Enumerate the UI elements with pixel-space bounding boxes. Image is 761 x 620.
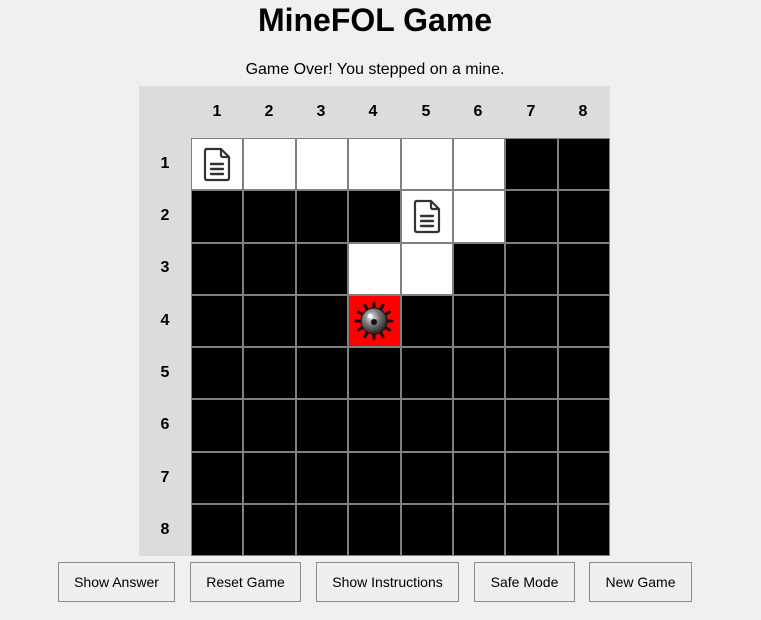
safe-mode-button[interactable]: Safe Mode — [474, 562, 575, 602]
reset-game-button[interactable]: Reset Game — [190, 562, 301, 602]
new-game-button[interactable]: New Game — [589, 562, 692, 602]
grid-cell-1-5[interactable] — [400, 138, 453, 191]
grid-cell-4-6[interactable] — [452, 294, 506, 347]
grid-cell-1-6[interactable] — [452, 138, 506, 191]
game-page: MineFOL Game Game Over! You stepped on a… — [0, 0, 761, 620]
grid-cell-4-3[interactable] — [295, 294, 349, 347]
grid-cell-2-4[interactable] — [348, 190, 401, 243]
row-header: 3 — [160, 259, 170, 276]
grid-cell-6-4[interactable] — [348, 399, 401, 452]
show-instructions-button[interactable]: Show Instructions — [316, 562, 459, 602]
grid-cell-7-6[interactable] — [452, 451, 506, 504]
grid-cell-3-5[interactable] — [400, 242, 453, 295]
grid-cell-3-4[interactable] — [348, 242, 401, 295]
mine-icon — [354, 301, 394, 341]
grid-cell-5-7[interactable] — [505, 347, 558, 400]
grid-cell-4-2[interactable] — [243, 294, 296, 347]
grid-cell-3-8[interactable] — [557, 242, 610, 295]
grid-cell-6-1[interactable] — [191, 399, 244, 452]
grid-cell-5-2[interactable] — [243, 347, 296, 400]
grid-cell-8-1[interactable] — [191, 503, 244, 556]
grid-cell-2-1[interactable] — [191, 190, 244, 243]
grid-cell-2-2[interactable] — [243, 190, 296, 243]
grid-cell-8-7[interactable] — [505, 503, 558, 556]
grid-cell-1-1[interactable] — [191, 138, 244, 191]
row-header: 6 — [160, 416, 170, 433]
row-header: 5 — [160, 364, 170, 381]
game-status-message: Game Over! You stepped on a mine. — [245, 61, 505, 78]
grid-cell-3-2[interactable] — [243, 242, 296, 295]
grid-cell-6-5[interactable] — [400, 399, 453, 452]
grid-cell-7-5[interactable] — [400, 451, 453, 504]
column-header: 8 — [578, 103, 588, 120]
grid-cell-5-6[interactable] — [452, 347, 506, 400]
grid-cell-4-5[interactable] — [400, 294, 453, 347]
column-header: 2 — [264, 103, 274, 120]
grid-cell-1-2[interactable] — [243, 138, 296, 191]
column-header: 7 — [526, 103, 536, 120]
row-header: 1 — [160, 155, 170, 172]
grid-cell-4-7[interactable] — [505, 294, 558, 347]
grid-cell-3-6[interactable] — [452, 242, 506, 295]
grid-cell-6-7[interactable] — [505, 399, 558, 452]
grid-cell-3-7[interactable] — [505, 242, 558, 295]
grid-cell-6-6[interactable] — [452, 399, 506, 452]
row-header: 8 — [160, 521, 170, 538]
grid-cell-8-5[interactable] — [400, 503, 453, 556]
grid-cell-4-1[interactable] — [191, 294, 244, 347]
grid-cell-1-3[interactable] — [295, 138, 349, 191]
minefield-grid — [191, 138, 610, 556]
page-title: MineFOL Game — [257, 2, 493, 38]
column-header: 6 — [473, 103, 483, 120]
grid-cell-2-7[interactable] — [505, 190, 558, 243]
grid-cell-8-8[interactable] — [557, 503, 610, 556]
grid-cell-5-4[interactable] — [348, 347, 401, 400]
grid-cell-5-1[interactable] — [191, 347, 244, 400]
grid-cell-6-2[interactable] — [243, 399, 296, 452]
grid-cell-7-3[interactable] — [295, 451, 349, 504]
grid-cell-5-5[interactable] — [400, 347, 453, 400]
column-header: 1 — [212, 103, 222, 120]
show-answer-button[interactable]: Show Answer — [58, 562, 175, 602]
row-header: 4 — [160, 312, 170, 329]
grid-cell-7-7[interactable] — [505, 451, 558, 504]
grid-cell-8-4[interactable] — [348, 503, 401, 556]
grid-cell-5-3[interactable] — [295, 347, 349, 400]
column-header: 3 — [316, 103, 326, 120]
grid-cell-8-3[interactable] — [295, 503, 349, 556]
grid-cell-8-2[interactable] — [243, 503, 296, 556]
grid-cell-3-3[interactable] — [295, 242, 349, 295]
grid-cell-6-8[interactable] — [557, 399, 610, 452]
game-board: 1 2 3 4 5 6 7 8 1 2 3 4 5 6 7 8 — [139, 86, 610, 556]
grid-cell-2-3[interactable] — [295, 190, 349, 243]
column-header: 5 — [421, 103, 431, 120]
document-icon — [204, 148, 231, 182]
grid-cell-2-5[interactable] — [400, 190, 453, 243]
column-header: 4 — [368, 103, 378, 120]
document-icon — [413, 200, 440, 234]
grid-cell-7-1[interactable] — [191, 451, 244, 504]
grid-cell-4-4[interactable] — [348, 294, 401, 347]
grid-cell-1-7[interactable] — [505, 138, 558, 191]
grid-cell-2-8[interactable] — [557, 190, 610, 243]
grid-cell-1-8[interactable] — [557, 138, 610, 191]
grid-cell-4-8[interactable] — [557, 294, 610, 347]
row-header: 7 — [160, 469, 170, 486]
grid-cell-7-8[interactable] — [557, 451, 610, 504]
row-header: 2 — [160, 207, 170, 224]
grid-cell-7-4[interactable] — [348, 451, 401, 504]
grid-cell-2-6[interactable] — [452, 190, 506, 243]
grid-cell-1-4[interactable] — [348, 138, 401, 191]
grid-cell-7-2[interactable] — [243, 451, 296, 504]
grid-cell-8-6[interactable] — [452, 503, 506, 556]
grid-cell-5-8[interactable] — [557, 347, 610, 400]
control-buttons: Show Answer Reset Game Show Instructions… — [0, 562, 761, 604]
grid-cell-6-3[interactable] — [295, 399, 349, 452]
grid-cell-3-1[interactable] — [191, 242, 244, 295]
